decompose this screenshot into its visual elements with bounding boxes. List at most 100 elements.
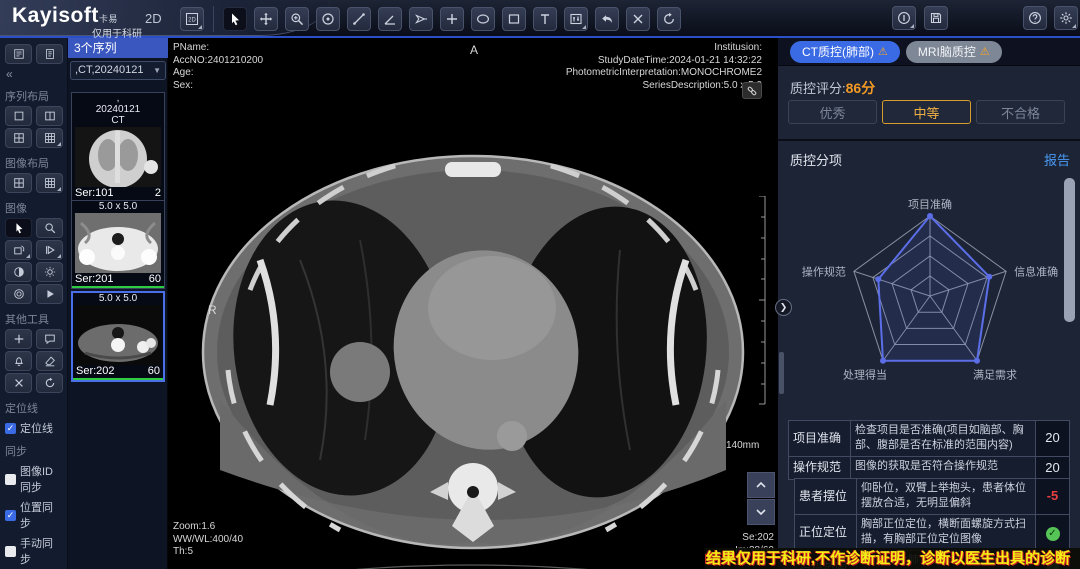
spiral-icon [13,288,25,300]
tool-comment-button[interactable] [36,329,63,349]
tab-ct-qc-label: CT质控(肺部) [802,43,874,60]
tool-eraser-button[interactable] [36,351,63,371]
tool-wl-presets-button[interactable] [564,7,588,31]
tool-probe-button[interactable] [409,7,433,31]
cross-icon [13,333,25,345]
slice-down-button[interactable] [747,499,775,525]
series-thumbnail-Ser-101[interactable]: ,20240121CTSer:1012 [71,92,165,203]
checkbox-checked-icon[interactable]: ✓ [5,510,16,521]
divider [778,139,1080,141]
tool-magnifier-button[interactable] [36,218,63,238]
tool-cine-button[interactable] [36,240,63,260]
target-icon [321,12,335,26]
tool-row [5,106,63,126]
bell-icon [13,355,25,367]
series-thumbnail-Ser-202[interactable]: 5.0 x 5.0Ser:20260 [71,291,165,382]
panel-scrollbar-thumb[interactable] [1064,178,1075,322]
chevron-down-icon: ▼ [153,62,161,79]
zoom-wwwl-overlay: Zoom:1.6WW/WL:400/40Th:5 [173,521,243,559]
svg-text:信息准确: 信息准确 [1014,264,1058,278]
tab-ct-qc[interactable]: CT质控(肺部) ⚠ [790,41,900,63]
tool-report-button[interactable] [36,44,63,64]
tool-brightness-button[interactable] [36,262,63,282]
tool-pan-button[interactable] [254,7,278,31]
tool-layout-3x3-button[interactable] [36,128,63,148]
tool-close-button[interactable] [626,7,650,31]
tool-cursor-button[interactable] [223,7,247,31]
tool-layout-3x3-button[interactable] [36,173,63,193]
series-thumbnail-Ser-201[interactable]: 5.0 x 5.0Ser:20160 [71,200,165,289]
eraser-icon [44,355,56,367]
checkbox-unchecked-icon[interactable] [5,546,16,557]
tool-spiral-button[interactable] [5,284,32,304]
viewport-scrollbar-thumb[interactable] [779,352,784,394]
slice-up-button[interactable] [747,472,775,498]
tool-layout-1x1-button[interactable] [5,106,32,126]
layout-2x2-icon [13,132,25,144]
image-viewport[interactable]: PName:AccNO:2401210200Age:Sex: A Institu… [168,38,778,569]
help-icon [1028,11,1042,25]
tool-cross-button[interactable] [440,7,464,31]
tool-layout-2d-button[interactable]: 2D [180,7,204,31]
series-number: Ser:101 [75,187,114,200]
layout-1x1-icon [13,110,25,122]
tool-target-button[interactable] [316,7,340,31]
grade-fail-button[interactable]: 不合格 [976,100,1065,124]
tool-angle-button[interactable] [378,7,402,31]
tool-bell-button[interactable] [5,351,32,371]
logo-name: Kayisoft [12,4,99,27]
tool-reset-button[interactable] [657,7,681,31]
link-series-button[interactable] [742,82,762,99]
tool-layout-2x2-button[interactable] [5,173,32,193]
thumbnail-image [75,213,161,273]
cross-icon [445,12,459,26]
layout-2d-icon: 2D [185,12,199,26]
checkbox-unchecked-icon[interactable] [5,474,16,485]
checkbox-定位线[interactable]: ✓定位线 [5,420,62,436]
layout-2x2-icon [13,177,25,189]
tool-undo-button[interactable] [595,7,619,31]
thumbnail-title: 20240121 [72,104,164,115]
tool-close-button[interactable] [5,373,32,393]
checkbox-手动同步[interactable]: 手动同步 [5,535,62,567]
load-progress-bar [73,378,163,380]
dicom-qc-app: Kayisoft卡易 仅用于科研 2D 2D « 序列布局图像布局图像其他工具 … [0,0,1080,569]
tool-gear-button[interactable] [1054,6,1078,30]
tool-flip-button[interactable] [5,240,32,260]
tool-layout-2x2-button[interactable] [5,128,32,148]
report-link[interactable]: 报告 [1044,150,1070,169]
tool-contrast-button[interactable] [5,262,32,282]
tab-mri-qc[interactable]: MRI脑质控 ⚠ [906,41,1002,63]
play-icon [44,288,56,300]
study-selector-dropdown[interactable]: ,CT,20240121 ▼ [70,61,166,80]
qc-detail-name: 正位定位 [795,514,857,550]
tool-zoom-in-button[interactable] [285,7,309,31]
chevron-down-icon [754,505,768,519]
grade-medium-button[interactable]: 中等 [882,100,971,124]
tool-cross-button[interactable] [5,329,32,349]
tool-measure-line-button[interactable] [347,7,371,31]
warning-icon: ⚠ [878,45,888,58]
tool-save-button[interactable] [924,6,948,30]
checkbox-图像ID同步[interactable]: 图像ID同步 [5,463,62,495]
tool-series-list-button[interactable] [5,44,32,64]
svg-text:满足需求: 满足需求 [973,369,1017,382]
thumbnail-footer: Ser:20160 [72,273,164,286]
tool-cursor-button[interactable] [5,218,32,238]
series-count-header: 3个序列 [68,38,168,58]
checkbox-位置同步[interactable]: ✓位置同步 [5,499,62,531]
grade-excellent-button[interactable]: 优秀 [788,100,877,124]
tool-info-button[interactable] [892,6,916,30]
tool-ellipse-button[interactable] [471,7,495,31]
checkbox-checked-icon[interactable]: ✓ [5,423,16,434]
tool-play-button[interactable] [36,284,63,304]
tool-rect-button[interactable] [502,7,526,31]
tool-text-button[interactable] [533,7,557,31]
tool-row [5,240,63,260]
tool-reset-button[interactable] [36,373,63,393]
image-count: 60 [149,273,161,286]
tool-help-button[interactable] [1023,6,1047,30]
collapse-sidebar-button[interactable]: « [6,67,20,81]
tool-layout-1x2-button[interactable] [36,106,63,126]
expand-panel-handle[interactable]: ❯ [775,299,792,316]
